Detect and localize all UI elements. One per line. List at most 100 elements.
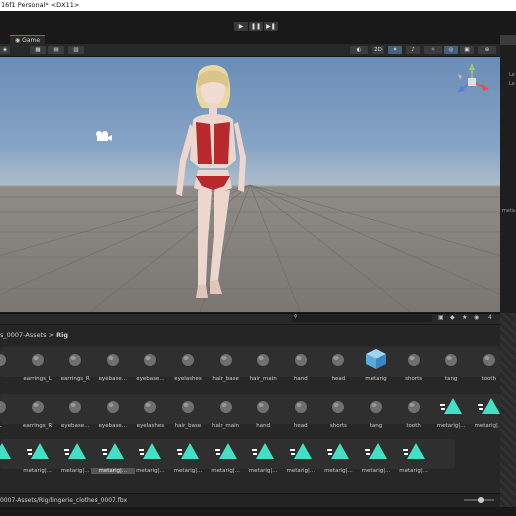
asset-item[interactable]: hair_base <box>208 345 244 382</box>
rig-triangle-icon <box>289 441 313 461</box>
asset-item[interactable]: eyelashes <box>132 392 168 429</box>
lock-icon[interactable]: ▣ <box>438 314 444 321</box>
breadcrumb-current[interactable]: Rig <box>56 331 68 339</box>
search-icon: ⚲ <box>294 314 298 320</box>
slider-knob[interactable] <box>478 497 484 503</box>
asset-item[interactable]: earrings_R <box>57 345 93 382</box>
selected-asset-path: 0007-Assets/Rig/lingerie_clothes_0007.fb… <box>0 497 128 504</box>
rig-triangle-icon <box>251 441 275 461</box>
audio-toggle-icon[interactable]: ♪ <box>406 46 420 54</box>
asset-item[interactable]: shorts <box>396 345 432 382</box>
asset-item[interactable]: earrings_R <box>20 392 56 429</box>
project-search-input[interactable]: ⚲ <box>292 314 432 322</box>
character-model[interactable] <box>168 60 258 310</box>
asset-item[interactable]: shorts <box>320 392 356 429</box>
transform-tool-button[interactable]: ◈ <box>0 46 10 54</box>
asset-item[interactable]: hair_main <box>245 345 281 382</box>
asset-label: metarig|... <box>399 468 428 474</box>
asset-item[interactable]: hair_base <box>170 392 206 429</box>
mesh-icon <box>101 396 125 416</box>
asset-item[interactable]: tang <box>433 345 469 382</box>
mesh-icon <box>0 349 12 369</box>
inspector-tab[interactable] <box>500 35 516 45</box>
breadcrumb-parent[interactable]: s_0007-Assets <box>0 331 47 339</box>
asset-item[interactable]: tooth <box>396 392 432 429</box>
lighting-toggle-icon[interactable]: ✦ <box>388 46 402 54</box>
mesh-icon <box>101 349 125 369</box>
effects-toggle-icon[interactable]: ✧ <box>424 46 442 54</box>
asset-item[interactable]: metarig|... <box>132 437 168 474</box>
asset-item[interactable]: metarig <box>358 345 394 382</box>
mesh-icon <box>138 396 162 416</box>
playback-controls: ▶ ❚❚ ▶❚ <box>234 22 278 31</box>
inspector-text-3: meta <box>502 208 515 214</box>
mesh-icon <box>214 349 238 369</box>
asset-item[interactable]: metarig|... <box>57 437 93 474</box>
mesh-icon <box>251 396 275 416</box>
gizmos-button[interactable]: ⊕ <box>478 46 496 54</box>
asset-item[interactable]: head <box>283 392 319 429</box>
snap-increment-button[interactable]: ▥ <box>68 46 84 54</box>
mesh-icon <box>26 349 50 369</box>
asset-item[interactable]: tang <box>358 392 394 429</box>
asset-item[interactable]: hand <box>245 392 281 429</box>
hidden-count-badge: 4 <box>488 314 492 321</box>
asset-item[interactable]: eyebase... <box>95 345 131 382</box>
mesh-icon <box>63 396 87 416</box>
draw-mode-button[interactable]: ◐ <box>350 46 368 54</box>
mesh-icon <box>326 396 350 416</box>
asset-item[interactable]: head <box>320 345 356 382</box>
mesh-icon <box>289 349 313 369</box>
asset-item[interactable]: metarig|... <box>20 437 56 474</box>
asset-item[interactable]: metarig|... <box>283 437 319 474</box>
rig-triangle-icon <box>63 441 87 461</box>
asset-item[interactable]: eyebase... <box>132 345 168 382</box>
asset-item[interactable]: eyebase... <box>95 392 131 429</box>
view-tabbar: ◉ Game <box>0 35 500 45</box>
status-bar: 0007-Assets/Rig/lingerie_clothes_0007.fb… <box>0 493 500 508</box>
mesh-icon <box>63 349 87 369</box>
asset-item[interactable]: metarig|... <box>170 437 206 474</box>
icon-size-slider[interactable] <box>464 497 494 503</box>
asset-item[interactable]: metarig|... <box>208 437 244 474</box>
asset-item[interactable]: metarig|... <box>433 392 469 429</box>
asset-item[interactable]: metarig|... <box>245 437 281 474</box>
grid-toggle-button[interactable]: ▤ <box>48 46 64 54</box>
step-button[interactable]: ▶❚ <box>264 22 278 31</box>
pause-button[interactable]: ❚❚ <box>249 22 263 31</box>
mesh-icon <box>214 396 238 416</box>
mesh-icon <box>364 396 388 416</box>
asset-item[interactable]: eyebase... <box>57 392 93 429</box>
asset-item[interactable]: metarig|... <box>358 437 394 474</box>
tab-game-label: Game <box>22 37 41 44</box>
asset-item[interactable]: metarig|... <box>320 437 356 474</box>
window-bottom-edge <box>0 507 516 516</box>
window-title: 16f1 Personal* <DX11> <box>0 0 516 11</box>
mesh-icon <box>326 349 350 369</box>
orientation-gizmo-icon[interactable] <box>452 62 492 102</box>
rig-triangle-icon <box>326 441 350 461</box>
scene-toolbar: ◈ ▦ ▤ ▥ ◐ 2D ✦ ♪ ✧ ◎ ▣ ⊕ <box>0 44 500 57</box>
play-button[interactable]: ▶ <box>234 22 248 31</box>
inspector-text-1: Le <box>509 72 515 78</box>
camera-settings-icon[interactable]: ▣ <box>460 46 474 54</box>
star-filter-icon[interactable]: ★ <box>462 314 467 321</box>
mesh-icon <box>289 396 313 416</box>
prefab-cube-icon <box>364 349 388 369</box>
rig-triangle-icon <box>101 441 125 461</box>
label-filter-icon[interactable]: ◆ <box>450 314 455 321</box>
grid-snap-button[interactable]: ▦ <box>30 46 46 54</box>
hidden-objects-icon[interactable]: ◎ <box>444 46 458 54</box>
mode-2d-button[interactable]: 2D <box>372 46 384 54</box>
asset-item[interactable]: earrings_L <box>20 345 56 382</box>
asset-item[interactable]: metarig|... <box>396 437 432 474</box>
rig-triangle-icon <box>138 441 162 461</box>
eye-icon[interactable]: ◉ <box>474 314 479 321</box>
breadcrumb: s_0007-Assets > Rig <box>0 325 500 345</box>
asset-item[interactable]: hand <box>283 345 319 382</box>
rig-triangle-icon <box>439 396 463 416</box>
asset-item[interactable]: hair_main <box>208 392 244 429</box>
asset-item[interactable]: eyelashes <box>170 345 206 382</box>
asset-item[interactable]: metarig|... <box>90 437 135 474</box>
rig-triangle-icon <box>477 396 501 416</box>
